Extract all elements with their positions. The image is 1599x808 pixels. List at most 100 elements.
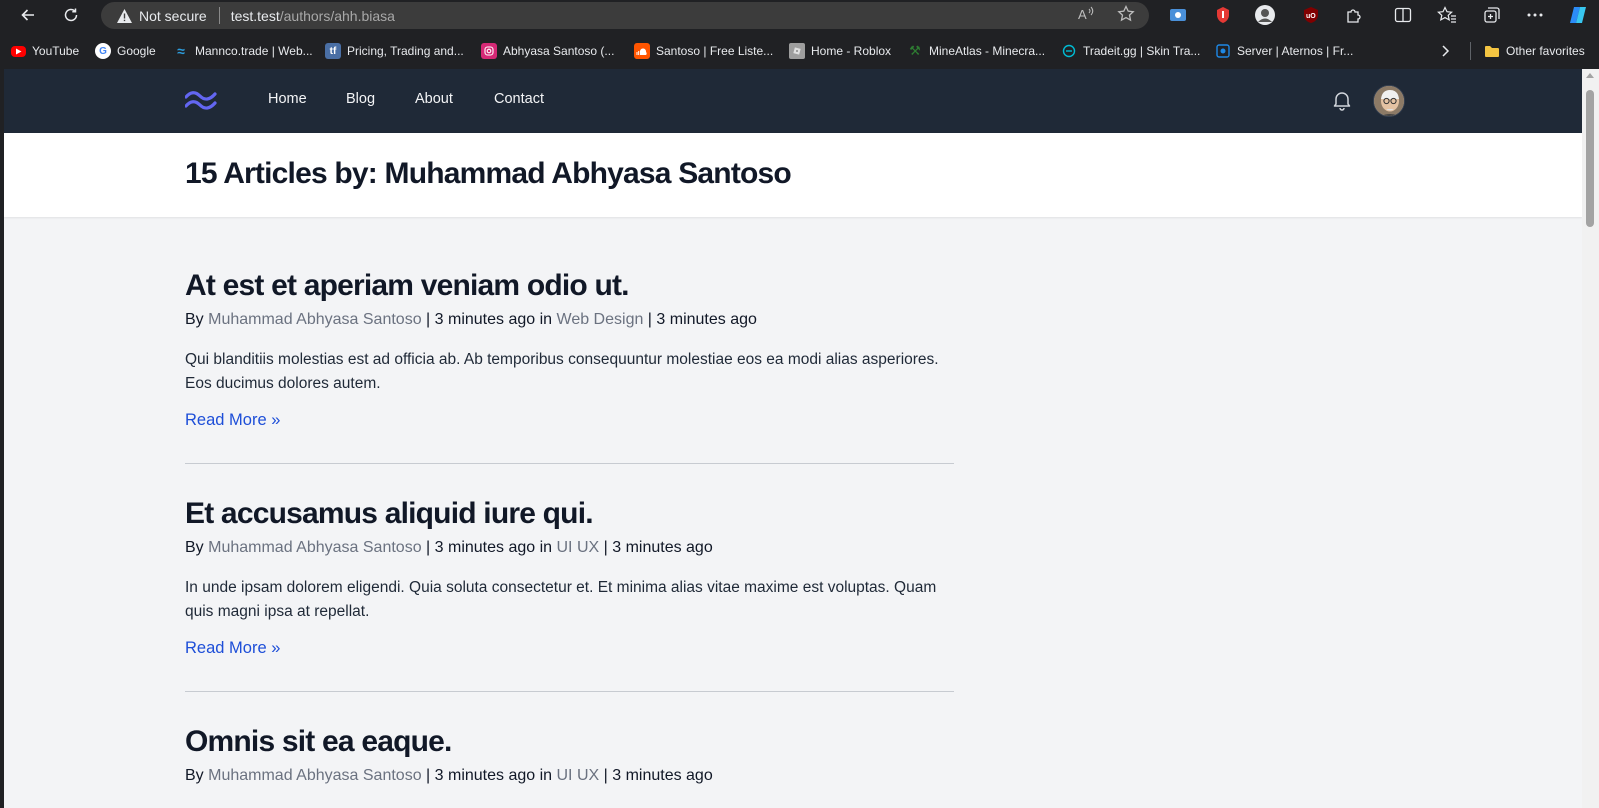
more-icon[interactable] bbox=[1524, 4, 1546, 26]
adblock-extension-icon[interactable] bbox=[1212, 4, 1234, 26]
bookmark-label: Mannco.trade | Web... bbox=[195, 44, 313, 58]
bookmark-label: Tradeit.gg | Skin Tra... bbox=[1083, 44, 1201, 58]
tf-icon: tf bbox=[325, 43, 341, 59]
article-divider bbox=[185, 691, 954, 692]
profile-extension-icon[interactable] bbox=[1254, 4, 1276, 26]
read-aloud-icon[interactable]: A bbox=[1076, 4, 1096, 24]
svg-text:uO: uO bbox=[1306, 13, 1316, 20]
bookmark-pricing[interactable]: tf Pricing, Trading and... bbox=[325, 40, 464, 62]
nav-blog[interactable]: Blog bbox=[346, 91, 375, 107]
category-link[interactable]: Web Design bbox=[557, 311, 644, 328]
bookmark-label: Pricing, Trading and... bbox=[347, 44, 464, 58]
category-link[interactable]: UI UX bbox=[557, 539, 600, 556]
scrollbar-thumb[interactable] bbox=[1586, 90, 1594, 227]
author-link[interactable]: Muhammad Abhyasa Santoso bbox=[208, 311, 421, 328]
article-item: At est et aperiam veniam odio ut. By Muh… bbox=[185, 269, 954, 430]
bookmarks-divider bbox=[1470, 42, 1471, 60]
bookmark-label: Abhyasa Santoso (... bbox=[503, 44, 615, 58]
bookmark-instagram[interactable]: Abhyasa Santoso (... bbox=[481, 40, 614, 62]
bookmark-google[interactable]: G Google bbox=[95, 40, 156, 62]
collections-icon[interactable] bbox=[1481, 4, 1503, 26]
google-icon: G bbox=[95, 43, 111, 59]
article-divider bbox=[185, 463, 954, 464]
tradeit-icon bbox=[1061, 43, 1077, 59]
nav-home[interactable]: Home bbox=[268, 91, 307, 107]
page-scrollbar[interactable] bbox=[1582, 69, 1599, 808]
address-divider bbox=[218, 7, 220, 24]
bookmark-label: Google bbox=[117, 44, 156, 58]
article-title[interactable]: At est et aperiam veniam odio ut. bbox=[185, 269, 954, 303]
bookmark-aternos[interactable]: Server | Aternos | Fr... bbox=[1215, 40, 1353, 62]
other-favorites-label: Other favorites bbox=[1506, 44, 1585, 58]
bookmark-mineatlas[interactable]: ⚒ MineAtlas - Minecra... bbox=[907, 40, 1045, 62]
scroll-up-arrow-icon[interactable] bbox=[1586, 73, 1594, 78]
page-title: 15 Articles by: Muhammad Abhyasa Santoso bbox=[185, 157, 792, 190]
article-excerpt: Qui blanditiis molestias est ad officia … bbox=[185, 351, 939, 392]
aternos-icon bbox=[1215, 43, 1231, 59]
article-meta: By Muhammad Abhyasa Santoso | 3 minutes … bbox=[185, 765, 954, 787]
other-favorites[interactable]: Other favorites bbox=[1484, 40, 1585, 62]
notification-bell-icon[interactable] bbox=[1330, 88, 1354, 112]
url-host[interactable]: test.test bbox=[231, 8, 280, 24]
article-meta: By Muhammad Abhyasa Santoso | 3 minutes … bbox=[185, 309, 954, 331]
browser-toolbar: Not secure test.test/authors/ahh.biasa A… bbox=[0, 0, 1599, 30]
meta-time: | 3 minutes ago bbox=[599, 539, 713, 556]
url-path[interactable]: /authors/ahh.biasa bbox=[280, 8, 395, 24]
article-excerpt: In unde ipsam dolorem eligendi. Quia sol… bbox=[185, 579, 937, 620]
youtube-icon bbox=[11, 45, 26, 57]
meta-time: | 3 minutes ago in bbox=[421, 767, 557, 784]
bookmark-youtube[interactable]: YouTube bbox=[11, 40, 79, 62]
bookmark-label: MineAtlas - Minecra... bbox=[929, 44, 1046, 58]
read-more-link[interactable]: Read More » bbox=[185, 639, 280, 658]
meta-by: By bbox=[185, 539, 209, 556]
bookmark-roblox[interactable]: Home - Roblox bbox=[789, 40, 891, 62]
user-avatar[interactable] bbox=[1373, 85, 1405, 117]
split-screen-icon[interactable] bbox=[1392, 4, 1414, 26]
folder-icon bbox=[1484, 43, 1500, 59]
screencast-extension-icon[interactable] bbox=[1167, 4, 1189, 26]
article-item: Et accusamus aliquid iure qui. By Muhamm… bbox=[185, 497, 954, 658]
soundcloud-icon bbox=[634, 43, 650, 59]
roblox-icon bbox=[789, 43, 805, 59]
favorite-star-icon[interactable] bbox=[1116, 4, 1136, 24]
mineatlas-icon: ⚒ bbox=[909, 43, 921, 58]
article-title[interactable]: Et accusamus aliquid iure qui. bbox=[185, 497, 954, 531]
meta-by: By bbox=[185, 767, 209, 784]
meta-time: | 3 minutes ago bbox=[599, 767, 713, 784]
svg-text:A: A bbox=[1078, 7, 1087, 22]
nav-contact[interactable]: Contact bbox=[494, 91, 544, 107]
read-more-link[interactable]: Read More » bbox=[185, 411, 280, 430]
refresh-icon[interactable] bbox=[59, 3, 83, 27]
ublock-extension-icon[interactable]: uO bbox=[1300, 4, 1322, 26]
bookmark-label: Server | Aternos | Fr... bbox=[1237, 44, 1354, 58]
author-link[interactable]: Muhammad Abhyasa Santoso bbox=[208, 539, 421, 556]
tailwind-logo-icon[interactable] bbox=[184, 87, 217, 113]
warning-icon[interactable] bbox=[115, 7, 133, 25]
nav-about[interactable]: About bbox=[415, 91, 453, 107]
site-navbar: Home Blog About Contact bbox=[4, 69, 1582, 133]
article-meta: By Muhammad Abhyasa Santoso | 3 minutes … bbox=[185, 537, 954, 559]
bookmark-soundcloud[interactable]: Santoso | Free Liste... bbox=[634, 40, 773, 62]
bookmark-mannco[interactable]: ≈ Mannco.trade | Web... bbox=[173, 40, 313, 62]
meta-time: | 3 minutes ago in bbox=[421, 539, 557, 556]
meta-time: | 3 minutes ago bbox=[643, 311, 757, 328]
author-link[interactable]: Muhammad Abhyasa Santoso bbox=[208, 767, 421, 784]
copilot-icon[interactable] bbox=[1567, 4, 1589, 26]
security-label[interactable]: Not secure bbox=[139, 8, 207, 24]
bookmark-tradeit[interactable]: Tradeit.gg | Skin Tra... bbox=[1061, 40, 1200, 62]
article-item: Omnis sit ea eaque. By Muhammad Abhyasa … bbox=[185, 725, 954, 787]
address-bar[interactable]: Not secure test.test/authors/ahh.biasa bbox=[101, 2, 1149, 29]
page-header: 15 Articles by: Muhammad Abhyasa Santoso bbox=[4, 133, 1582, 217]
article-title[interactable]: Omnis sit ea eaque. bbox=[185, 725, 954, 759]
category-link[interactable]: UI UX bbox=[557, 767, 600, 784]
page-viewport: Home Blog About Contact 15 Articles by: … bbox=[4, 69, 1582, 808]
bookmark-label: Santoso | Free Liste... bbox=[656, 44, 774, 58]
mannco-icon: ≈ bbox=[177, 43, 185, 59]
favorites-icon[interactable] bbox=[1436, 4, 1458, 26]
bookmark-label: YouTube bbox=[32, 44, 80, 58]
meta-by: By bbox=[185, 311, 209, 328]
back-icon[interactable] bbox=[16, 3, 40, 27]
bookmarks-overflow-chevron-icon[interactable] bbox=[1440, 40, 1450, 62]
extensions-puzzle-icon[interactable] bbox=[1343, 4, 1365, 26]
bookmark-label: Home - Roblox bbox=[811, 44, 892, 58]
